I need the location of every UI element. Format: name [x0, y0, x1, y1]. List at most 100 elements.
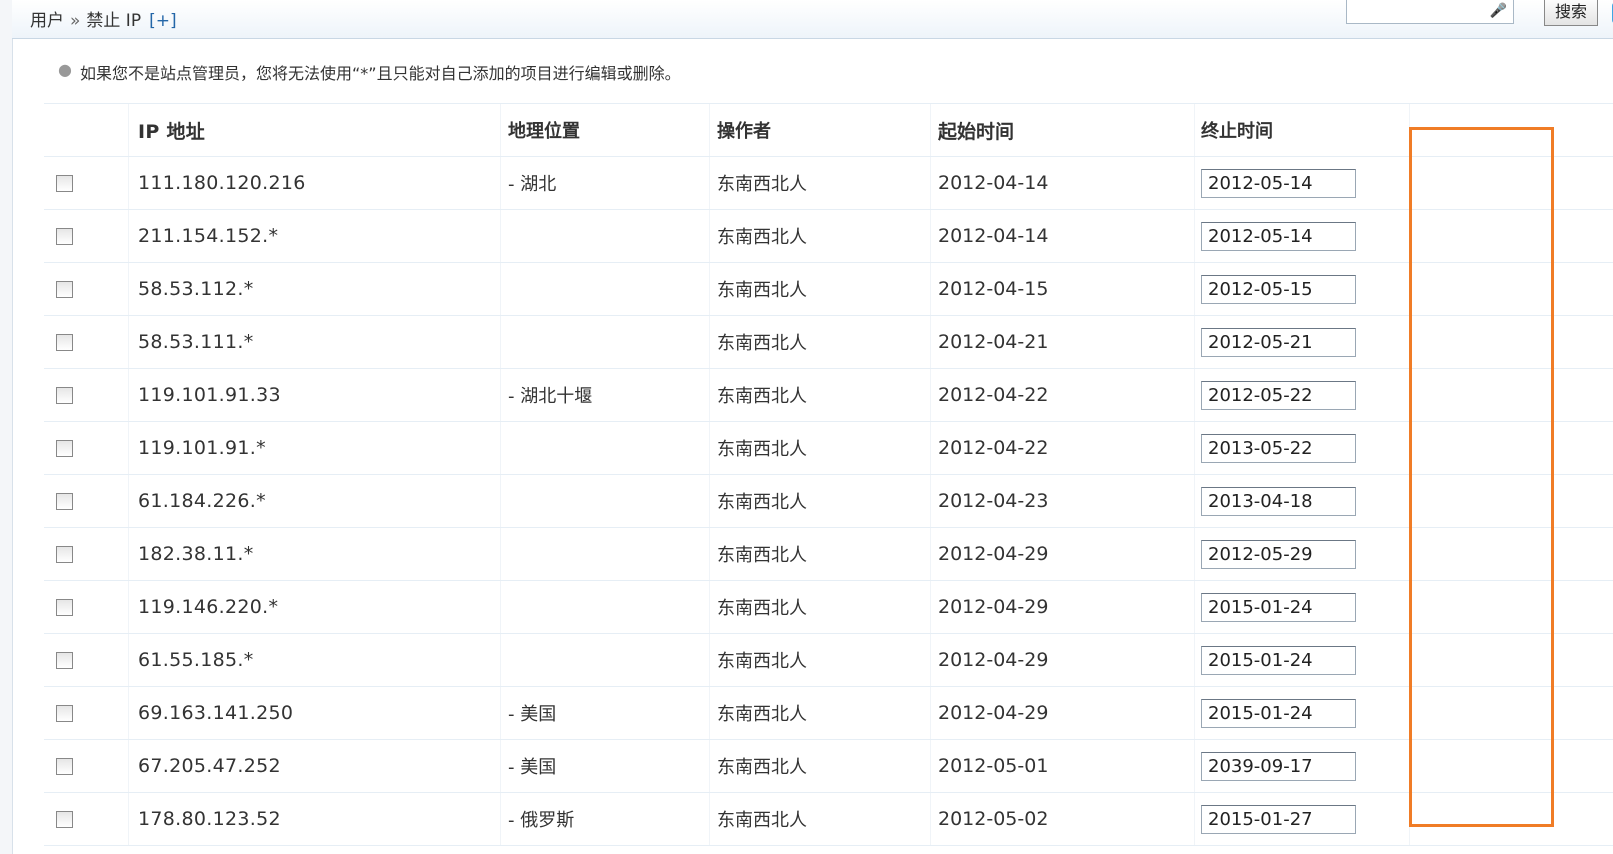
- end-time-cell: [1201, 369, 1356, 421]
- table-row: 58.53.112.* 东南西北人 2012-04-15: [44, 263, 1613, 316]
- start-time: 2012-04-22: [938, 384, 1049, 406]
- end-time-input[interactable]: [1201, 433, 1356, 463]
- start-time: 2012-04-21: [938, 331, 1049, 353]
- start-time: 2012-04-29: [938, 543, 1049, 565]
- ip-address: 58.53.112.*: [138, 278, 254, 300]
- table-row: 61.184.226.* 东南西北人 2012-04-23: [44, 475, 1613, 528]
- row-checkbox[interactable]: [56, 651, 73, 669]
- end-time-cell: [1201, 793, 1356, 845]
- breadcrumb-ban-ip: 禁止 IP: [86, 11, 142, 31]
- operator: 东南西北人: [717, 227, 807, 248]
- row-checkbox-cell: [56, 528, 73, 580]
- end-time-input[interactable]: [1201, 804, 1356, 834]
- ip-address: 58.53.111.*: [138, 331, 254, 353]
- row-checkbox[interactable]: [56, 174, 73, 192]
- end-time-input[interactable]: [1201, 327, 1356, 357]
- operator: 东南西北人: [717, 651, 807, 672]
- row-checkbox-cell: [56, 369, 73, 421]
- end-time-input[interactable]: [1201, 698, 1356, 728]
- end-time-input[interactable]: [1201, 751, 1356, 781]
- end-time-cell: [1201, 263, 1356, 315]
- end-time-input[interactable]: [1201, 274, 1356, 304]
- end-time-input[interactable]: [1201, 221, 1356, 251]
- start-time: 2012-05-02: [938, 808, 1049, 830]
- table-header-row: IP 地址 地理位置 操作者 起始时间 终止时间: [44, 104, 1613, 157]
- row-checkbox[interactable]: [56, 280, 73, 298]
- table-row: 61.55.185.* 东南西北人 2012-04-29: [44, 634, 1613, 687]
- ip-address: 119.101.91.*: [138, 437, 266, 459]
- start-time: 2012-04-29: [938, 649, 1049, 671]
- search-button[interactable]: 搜索: [1544, 0, 1598, 26]
- start-time: 2012-04-22: [938, 437, 1049, 459]
- row-checkbox[interactable]: [56, 810, 73, 828]
- left-sidebar-edge: [0, 0, 13, 854]
- row-checkbox-cell: [56, 422, 73, 474]
- end-time-input[interactable]: [1201, 380, 1356, 410]
- ip-address: 111.180.120.216: [138, 172, 306, 194]
- start-time: 2012-04-14: [938, 225, 1049, 247]
- table-row: 119.146.220.* 东南西北人 2012-04-29: [44, 581, 1613, 634]
- start-time: 2012-04-14: [938, 172, 1049, 194]
- breadcrumb: 用户 » 禁止 IP [+]: [30, 6, 177, 31]
- end-time-cell: [1201, 316, 1356, 368]
- end-time-cell: [1201, 210, 1356, 262]
- ip-address: 211.154.152.*: [138, 225, 279, 247]
- row-checkbox[interactable]: [56, 545, 73, 563]
- row-checkbox-cell: [56, 316, 73, 368]
- row-checkbox[interactable]: [56, 439, 73, 457]
- notice-message: ● 如果您不是站点管理员，您将无法使用“*”且只能对自己添加的项目进行编辑或删除…: [58, 60, 681, 84]
- row-checkbox[interactable]: [56, 492, 73, 510]
- end-time-cell: [1201, 157, 1356, 209]
- operator: 东南西北人: [717, 704, 807, 725]
- add-ban-link[interactable]: [+]: [149, 11, 177, 31]
- end-time-cell: [1201, 422, 1356, 474]
- geo-location: - 俄罗斯: [508, 810, 575, 831]
- row-checkbox[interactable]: [56, 757, 73, 775]
- ip-address: 178.80.123.52: [138, 808, 281, 830]
- microphone-icon[interactable]: 🎤: [1490, 3, 1507, 19]
- geo-location: - 美国: [508, 757, 557, 778]
- end-time-input[interactable]: [1201, 592, 1356, 622]
- row-checkbox-cell: [56, 210, 73, 262]
- start-time: 2012-04-29: [938, 702, 1049, 724]
- geo-location: - 湖北: [508, 174, 557, 195]
- geo-location: - 美国: [508, 704, 557, 725]
- search-input[interactable]: 🎤: [1346, 0, 1514, 24]
- table-row: 69.163.141.250 - 美国 东南西北人 2012-04-29: [44, 687, 1613, 740]
- table-row: 178.80.123.52 - 俄罗斯 东南西北人 2012-05-02: [44, 793, 1613, 846]
- header-ip: IP 地址: [138, 120, 206, 143]
- breadcrumb-users[interactable]: 用户: [30, 11, 64, 31]
- end-time-input[interactable]: [1201, 486, 1356, 516]
- ip-address: 61.184.226.*: [138, 490, 266, 512]
- row-checkbox[interactable]: [56, 598, 73, 616]
- table-row: 211.154.152.* 东南西北人 2012-04-14: [44, 210, 1613, 263]
- header-operator: 操作者: [717, 121, 771, 142]
- header-geo: 地理位置: [508, 121, 580, 142]
- row-checkbox[interactable]: [56, 386, 73, 404]
- table-row: 58.53.111.* 东南西北人 2012-04-21: [44, 316, 1613, 369]
- operator: 东南西北人: [717, 174, 807, 195]
- row-checkbox-cell: [56, 793, 73, 845]
- bullet-icon: ●: [58, 60, 72, 79]
- operator: 东南西北人: [717, 492, 807, 513]
- end-time-cell: [1201, 528, 1356, 580]
- ip-address: 119.146.220.*: [138, 596, 279, 618]
- row-checkbox[interactable]: [56, 227, 73, 245]
- table-row: 67.205.47.252 - 美国 东南西北人 2012-05-01: [44, 740, 1613, 793]
- operator: 东南西北人: [717, 757, 807, 778]
- row-checkbox[interactable]: [56, 704, 73, 722]
- top-bar: 用户 » 禁止 IP [+] 🎤 搜索: [12, 0, 1613, 39]
- end-time-cell: [1201, 740, 1356, 792]
- operator: 东南西北人: [717, 280, 807, 301]
- start-time: 2012-04-23: [938, 490, 1049, 512]
- end-time-cell: [1201, 581, 1356, 633]
- end-time-input[interactable]: [1201, 539, 1356, 569]
- operator: 东南西北人: [717, 439, 807, 460]
- end-time-input[interactable]: [1201, 645, 1356, 675]
- end-time-input[interactable]: [1201, 168, 1356, 198]
- row-checkbox-cell: [56, 157, 73, 209]
- row-checkbox[interactable]: [56, 333, 73, 351]
- operator: 东南西北人: [717, 598, 807, 619]
- row-checkbox-cell: [56, 581, 73, 633]
- end-time-cell: [1201, 634, 1356, 686]
